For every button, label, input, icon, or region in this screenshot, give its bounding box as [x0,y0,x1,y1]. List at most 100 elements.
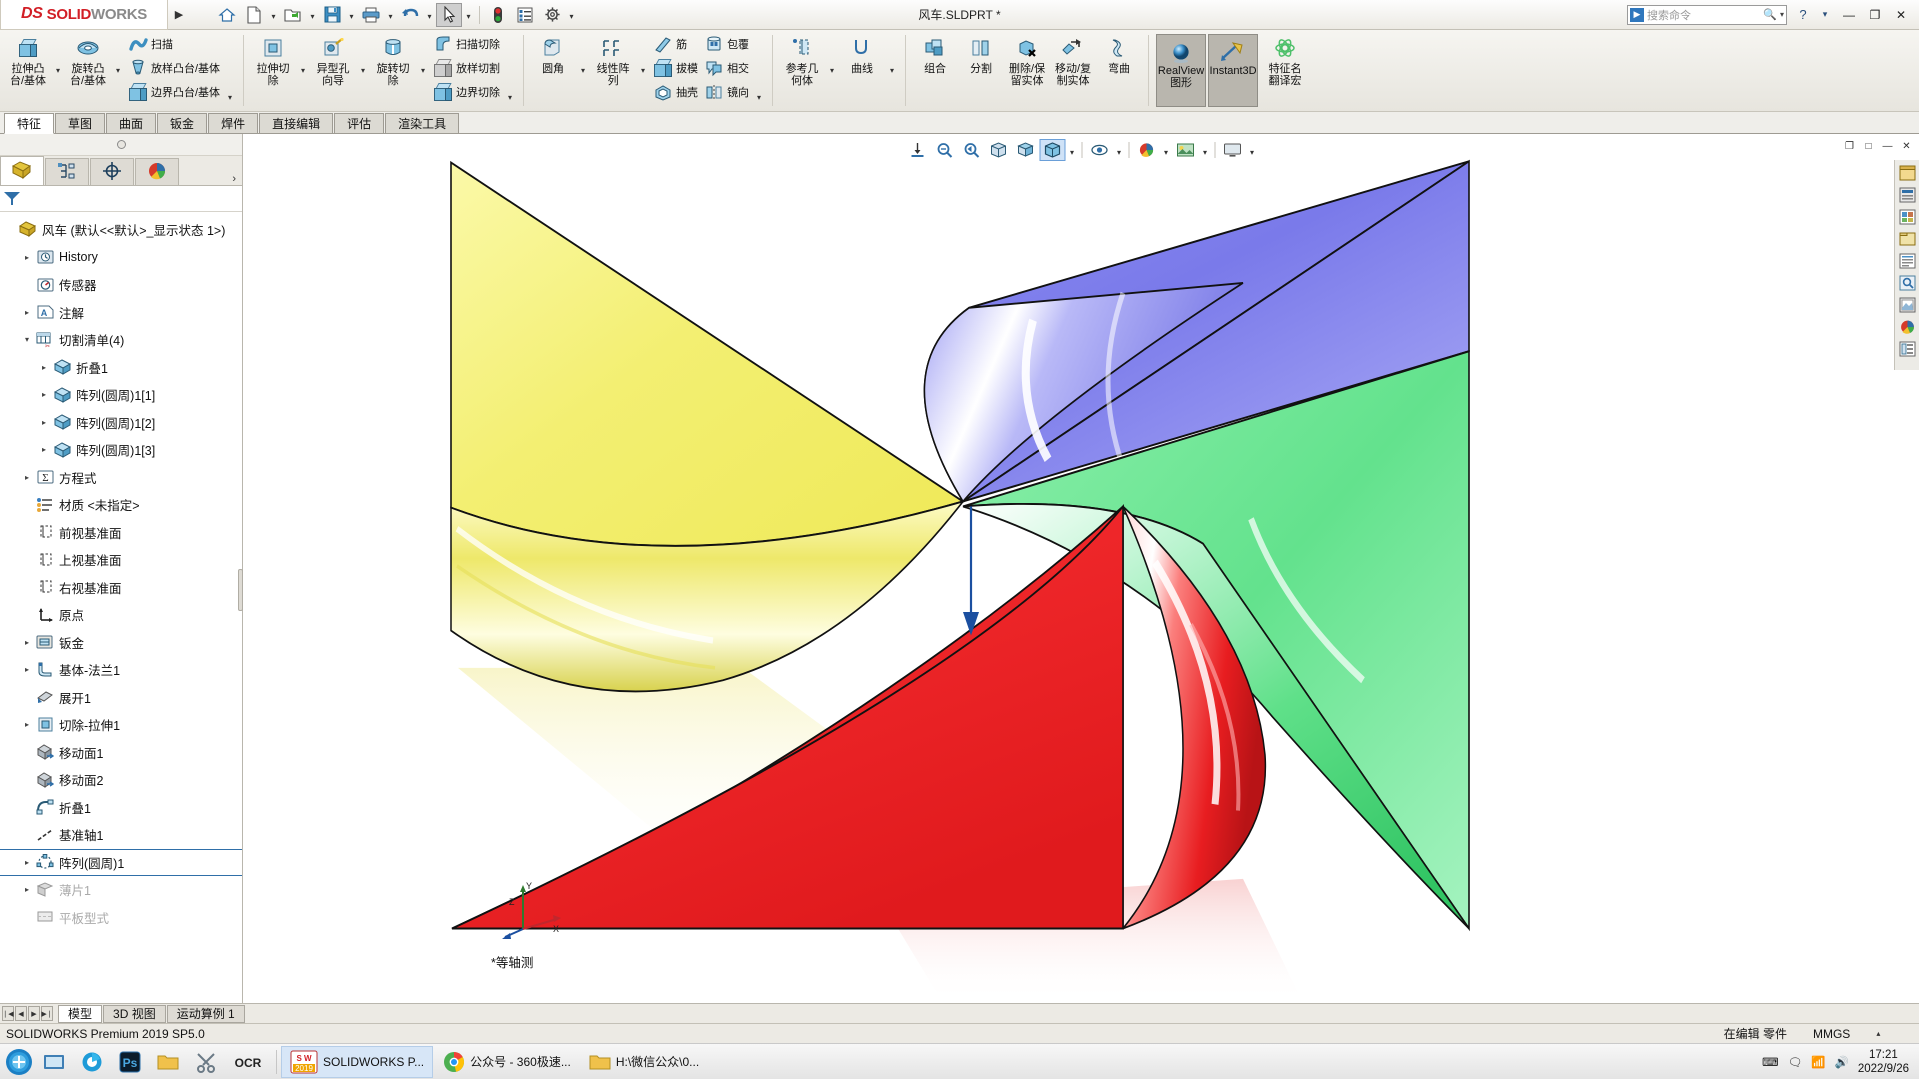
search-input[interactable]: 搜索命令 [1647,7,1691,23]
solidworks-logo[interactable]: DS SOLID WORKS [0,0,168,30]
tab-evaluate[interactable]: 评估 [334,113,385,133]
cut-column-carets[interactable]: ▾ [503,30,517,111]
macro-button[interactable]: 特征名 翻译宏 [1259,30,1311,111]
design-library-icon[interactable] [1897,229,1918,249]
tree-expand-toggle[interactable]: ▸ [36,390,52,399]
doc-expand-button[interactable]: □ [1860,138,1877,155]
extruded-boss-caret[interactable]: ▾ [51,30,65,111]
display-manager-tab[interactable] [135,158,179,185]
tab-features[interactable]: 特征 [4,113,55,134]
view-palette2-icon[interactable] [1897,295,1918,315]
tree-item[interactable]: ▸ 薄片1 [0,876,242,904]
tree-filter-row[interactable] [0,186,242,212]
tab-nav-prev[interactable]: ◀ [15,1006,27,1021]
configuration-manager-tab[interactable] [90,158,134,185]
property-manager-tab[interactable] [45,158,89,185]
taskbar-clock[interactable]: 17:21 2022/9/26 [1858,1048,1909,1076]
status-units-caret[interactable]: ▴ [1876,1029,1880,1038]
tree-item[interactable]: 右视基准面 [0,574,242,602]
tree-expand-toggle[interactable]: ▸ [19,885,35,894]
taskbar-window-solidworks[interactable]: S W 2019 SOLIDWORKS P... [281,1045,434,1078]
tree-item[interactable]: 传感器 [0,271,242,299]
curves-button[interactable]: 曲线 [839,30,885,111]
doc-minimize-button[interactable]: — [1879,138,1896,155]
linear-pattern-button[interactable]: 线性阵 列 [590,30,636,111]
scenes-icon[interactable] [1897,207,1918,227]
view-settings-caret[interactable]: ▾ [1247,139,1258,161]
mirror-button[interactable]: 镜向 [701,80,752,104]
search-library-icon[interactable] [1897,273,1918,293]
delete-keep-body-button[interactable]: 删除/保 留实体 [1004,30,1050,111]
lofted-cut-button[interactable]: 放样切割 [430,56,503,80]
tree-expand-toggle[interactable]: ▾ [19,335,35,344]
tree-item[interactable]: 展开1 [0,684,242,712]
tree-item[interactable]: ▸ History [0,244,242,272]
tree-expand-toggle[interactable]: ▸ [19,253,35,262]
reference-geometry-button[interactable]: 参考几 何体 [779,30,825,111]
tree-item[interactable]: ▸ 阵列(圆周)1[3] [0,436,242,464]
tree-item[interactable]: 移动面2 [0,766,242,794]
extruded-cut-button[interactable]: 拉伸切 除 [250,30,296,111]
tab-direct-editing[interactable]: 直接编辑 [259,113,334,133]
tree-item[interactable]: ▸ 阵列(圆周)1[1] [0,381,242,409]
open-folder-caret[interactable]: ▾ [307,3,318,27]
chevron-down-icon[interactable]: ▾ [1815,4,1835,26]
tree-item[interactable]: ▸ A 注解 [0,299,242,327]
realview-toggle[interactable]: RealView 图形 [1156,34,1207,107]
taskbar-window-chrome[interactable]: 公众号 - 360极速... [435,1046,579,1078]
maximize-button[interactable]: ❐ [1863,4,1887,26]
panel-more-arrow[interactable]: › [232,173,242,185]
split-button[interactable]: 分割 [958,30,1004,111]
tab-weldments[interactable]: 焊件 [208,113,259,133]
taskbar-photoshop[interactable]: Ps [112,1046,148,1078]
tree-item[interactable]: 折叠1 [0,794,242,822]
appearances-icon[interactable] [1897,185,1918,205]
select-caret[interactable]: ▾ [463,3,474,27]
doc-restore-button[interactable]: ❐ [1841,138,1858,155]
bottom-tab-motion-study[interactable]: 运动算例 1 [166,1004,245,1023]
reference-geometry-caret[interactable]: ▾ [825,30,839,111]
print-caret[interactable]: ▾ [385,3,396,27]
taskbar-browser[interactable] [74,1046,110,1078]
notify-icon[interactable]: 🗨 [1788,1055,1803,1069]
hole-wizard-button[interactable]: 异型孔 向导 [310,30,356,111]
new-document-icon[interactable] [241,3,267,27]
taskbar-snipping-tool[interactable] [188,1046,224,1078]
filter-funnel-icon[interactable] [4,191,21,206]
tab-nav-first[interactable]: ❘◀ [2,1006,14,1021]
network-icon[interactable]: 📶 [1811,1055,1825,1069]
pin-icon[interactable] [116,140,126,149]
tree-item[interactable]: ▸ 阵列(圆周)1[2] [0,409,242,437]
tree-expand-toggle[interactable]: ▸ [19,638,35,647]
curves-caret[interactable]: ▾ [885,30,899,111]
search-dropdown-caret[interactable]: ▾ [1780,10,1784,19]
swept-boss-button[interactable]: 扫描 [125,32,223,56]
apply-scene-caret[interactable]: ▾ [1200,139,1211,161]
search-commands-box[interactable]: ▶ 搜索命令 🔍 ▾ [1627,4,1787,25]
tab-render-tools[interactable]: 渲染工具 [385,113,460,133]
zoom-to-fit-icon[interactable] [905,139,931,161]
tab-nav-next[interactable]: ▶ [28,1006,40,1021]
display-style-icon[interactable] [1039,139,1066,161]
edit-appearance-icon[interactable] [1134,139,1160,161]
panel-pin-row[interactable] [0,134,242,156]
intersect-button[interactable]: 相交 [701,56,752,80]
start-orb-icon[interactable] [2,1045,36,1079]
extruded-cut-caret[interactable]: ▾ [296,30,310,111]
tree-expand-toggle[interactable]: ▸ [19,720,35,729]
tree-expand-toggle[interactable]: ▸ [36,418,52,427]
tree-item[interactable]: 基准轴1 [0,821,242,849]
undo-icon[interactable] [397,3,423,27]
view-settings-icon[interactable] [1220,139,1246,161]
hide-show-items-icon[interactable] [1087,139,1113,161]
fillet-button[interactable]: 圆角 [530,30,576,111]
view-orientation-icon[interactable] [1013,139,1039,161]
flex-button[interactable]: 弯曲 [1096,30,1142,111]
tree-expand-toggle[interactable]: ▸ [36,445,52,454]
extruded-boss-button[interactable]: 拉伸凸 台/基体 [5,30,51,111]
fillet-caret[interactable]: ▾ [576,30,590,111]
tree-item[interactable]: 原点 [0,601,242,629]
hide-show-items-caret[interactable]: ▾ [1114,139,1125,161]
select-cursor-icon[interactable] [436,2,462,27]
features-column-carets[interactable]: ▾ [752,30,766,111]
